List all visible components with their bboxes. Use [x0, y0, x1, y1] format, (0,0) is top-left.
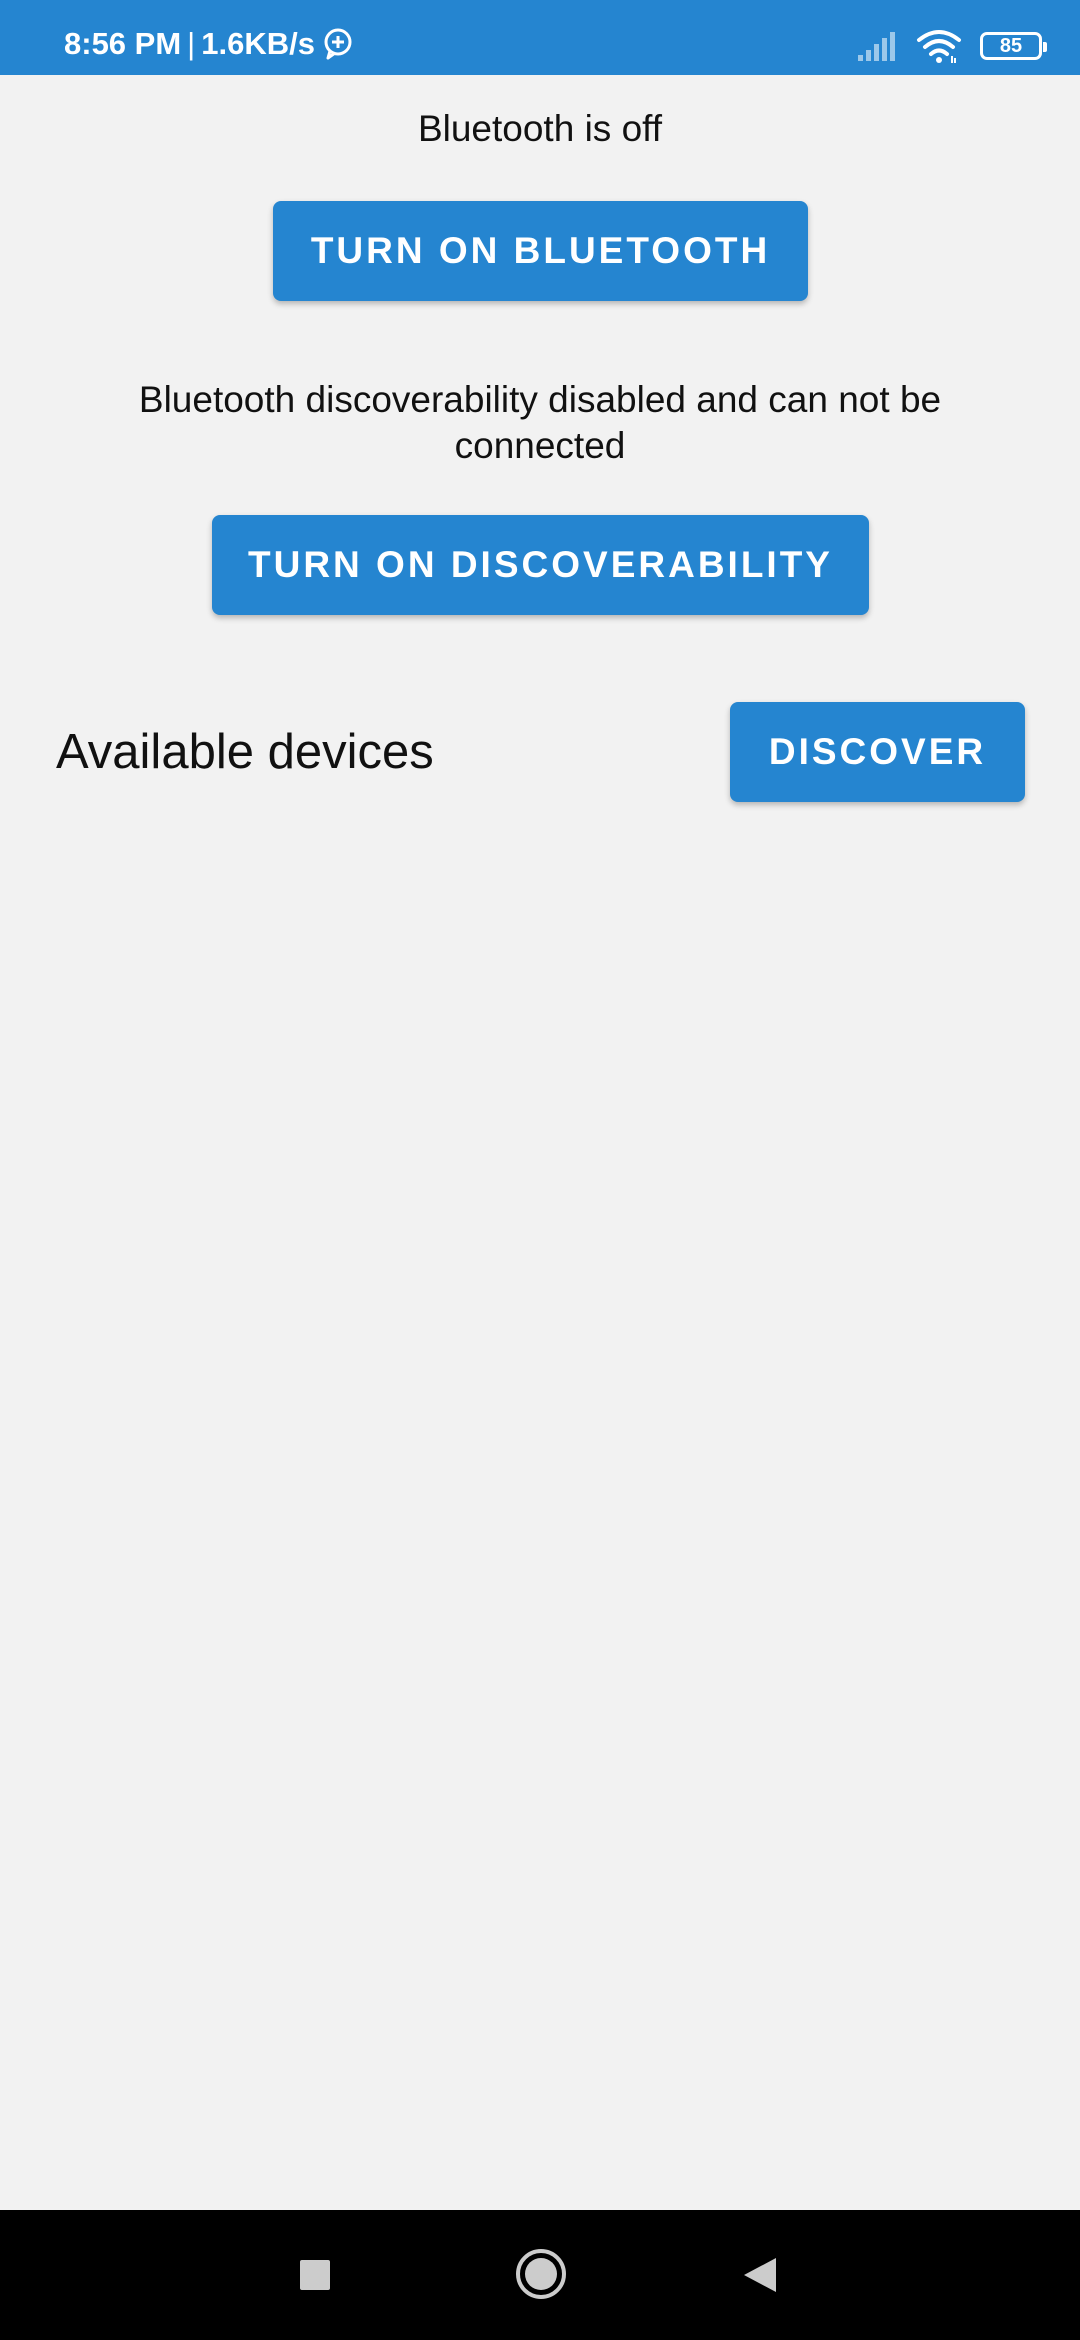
- device-list: [0, 830, 1080, 2190]
- chat-bubble-plus-icon: [321, 27, 355, 61]
- bluetooth-status-text: Bluetooth is off: [417, 108, 663, 149]
- status-separator: |: [187, 26, 196, 61]
- recent-apps-icon[interactable]: [300, 2260, 330, 2290]
- discover-button[interactable]: DISCOVER: [730, 702, 1025, 802]
- status-bar: 8:56 PM | 1.6KB/s 85: [0, 0, 1080, 75]
- signal-icon: [856, 29, 898, 63]
- battery-level: 85: [999, 34, 1023, 57]
- battery-icon: 85: [980, 32, 1047, 60]
- wifi-icon: [916, 28, 962, 64]
- back-icon[interactable]: [742, 2256, 778, 2299]
- available-devices-title: Available devices: [56, 725, 434, 779]
- turn-on-bluetooth-button[interactable]: TURN ON BLUETOOTH: [273, 201, 808, 301]
- navigation-bar: [0, 2210, 1080, 2340]
- discoverability-status-text: Bluetooth discoverability disabled and c…: [138, 379, 942, 466]
- status-right: 85: [856, 28, 1047, 64]
- turn-on-discoverability-button[interactable]: TURN ON DISCOVERABILITY: [212, 515, 869, 615]
- home-icon[interactable]: [515, 2248, 567, 2305]
- status-left: 8:56 PM | 1.6KB/s: [64, 26, 355, 62]
- status-time: 8:56 PM: [64, 26, 182, 61]
- screen: 8:56 PM | 1.6KB/s 85 Bluetooth is off TU…: [0, 0, 1080, 2340]
- network-speed: 1.6KB/s: [201, 26, 315, 61]
